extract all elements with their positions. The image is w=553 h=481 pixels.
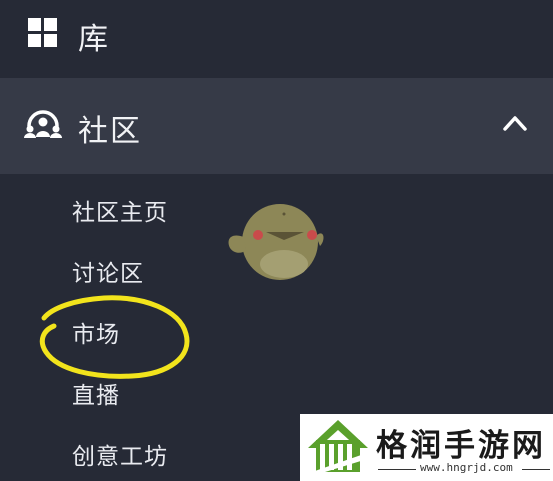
sidebar-item-library[interactable]: 库 xyxy=(0,0,553,78)
sidebar-item-community-label: 社区 xyxy=(78,114,142,149)
watermark-divider-right xyxy=(522,469,550,470)
chevron-up-icon[interactable] xyxy=(502,114,528,132)
watermark-url: www.hngrjd.com xyxy=(420,461,513,474)
watermark-divider-left xyxy=(378,469,416,470)
highlight-circle-annotation xyxy=(39,295,190,379)
grid-icon xyxy=(28,18,57,47)
mascot-sticker xyxy=(228,204,324,280)
watermark-banner: 格润手游网 www.hngrjd.com xyxy=(300,414,553,481)
submenu-item-workshop[interactable]: 创意工坊 xyxy=(72,437,168,471)
watermark-title: 格润手游网 xyxy=(376,428,546,464)
community-icon xyxy=(24,110,62,138)
watermark-logo-icon xyxy=(308,420,368,474)
sidebar-item-library-label: 库 xyxy=(78,22,110,57)
sidebar-item-community[interactable]: 社区 xyxy=(0,78,553,174)
submenu-item-community-home[interactable]: 社区主页 xyxy=(72,193,168,227)
submenu-item-discussions[interactable]: 讨论区 xyxy=(72,254,144,288)
